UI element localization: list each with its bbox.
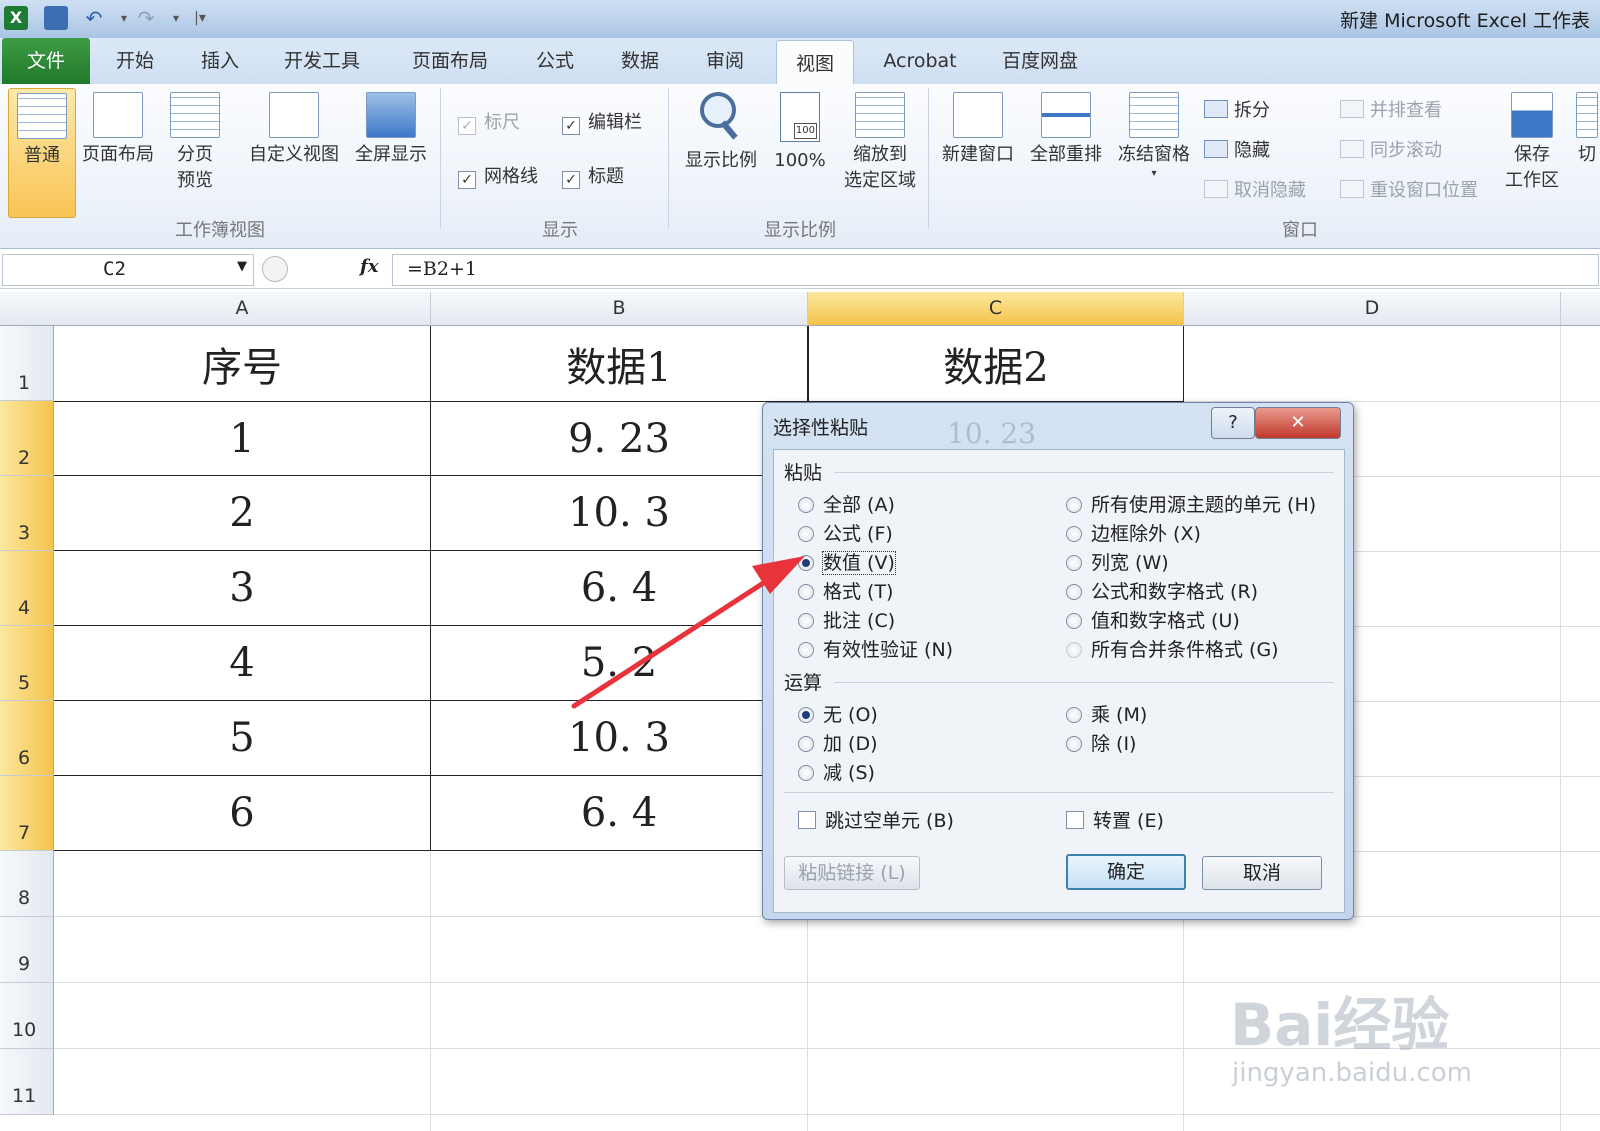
arrow-head [752, 556, 805, 594]
annotation-arrow-icon [571, 556, 805, 709]
arrow-shaft [571, 577, 771, 709]
baidu-watermark-url: jingyan.baidu.com [1232, 1058, 1472, 1088]
baidu-watermark-logo: Bai经验 [1230, 991, 1450, 1059]
